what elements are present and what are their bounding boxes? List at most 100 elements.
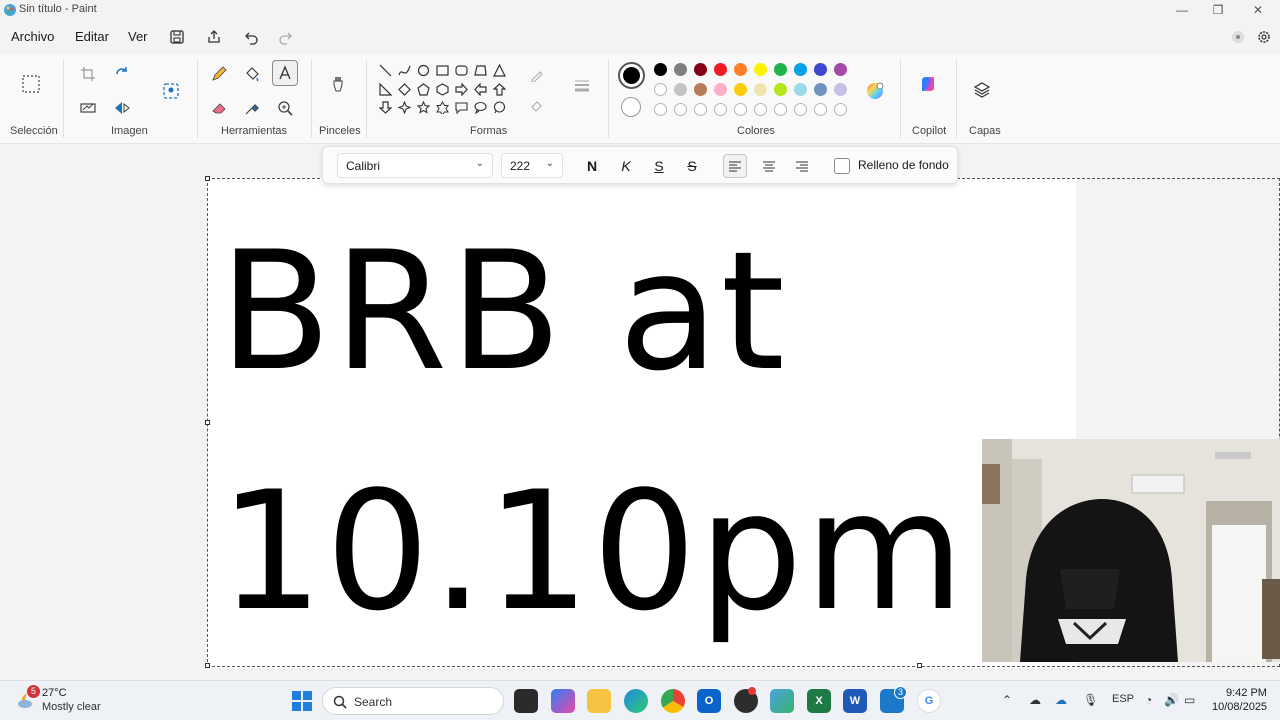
color-swatch[interactable] (714, 63, 727, 76)
callout-oval-shape-icon[interactable] (472, 99, 488, 115)
resize-handle[interactable] (205, 176, 210, 181)
microphone-icon[interactable]: 🎙 (1083, 693, 1098, 707)
settings-gear-icon[interactable] (1254, 27, 1274, 47)
color-swatch[interactable] (694, 83, 707, 96)
chevron-up-icon[interactable]: ⌃ (1002, 693, 1012, 707)
canvas-text-line-1[interactable]: BRB at (219, 230, 787, 394)
eraser-icon[interactable] (207, 96, 231, 120)
color-swatch[interactable] (814, 63, 827, 76)
close-button[interactable]: ✕ (1240, 0, 1276, 20)
color-swatch[interactable] (734, 83, 747, 96)
menu-archivo[interactable]: Archivo (11, 29, 54, 44)
chrome-icon[interactable] (661, 689, 685, 713)
color-swatch[interactable] (734, 63, 747, 76)
onedrive-business-icon[interactable]: ☁ (1055, 693, 1067, 707)
color-swatch[interactable] (654, 83, 667, 96)
flip-icon[interactable] (110, 96, 134, 120)
custom-color-slot[interactable] (734, 103, 747, 116)
color-swatch[interactable] (834, 63, 847, 76)
taskbar-search[interactable]: Search (322, 687, 504, 715)
right-triangle-shape-icon[interactable] (377, 81, 393, 97)
outlook-icon[interactable]: O (697, 689, 721, 713)
pentagon-shape-icon[interactable] (415, 81, 431, 97)
custom-color-slot[interactable] (654, 103, 667, 116)
paint-taskbar-icon[interactable] (770, 689, 794, 713)
color-swatch[interactable] (774, 83, 787, 96)
language-indicator[interactable]: ESP (1112, 693, 1134, 705)
fill-bucket-icon[interactable] (240, 62, 264, 86)
diamond-shape-icon[interactable] (396, 81, 412, 97)
onedrive-icon[interactable]: ☁ (1029, 693, 1041, 707)
pencil-icon[interactable] (207, 62, 231, 86)
google-icon[interactable]: G (917, 689, 941, 713)
five-point-star-shape-icon[interactable] (415, 99, 431, 115)
copilot-icon[interactable] (916, 72, 940, 96)
save-icon[interactable] (167, 27, 187, 47)
edge-browser-icon[interactable] (624, 689, 648, 713)
magnifier-icon[interactable] (273, 96, 297, 120)
background-fill-checkbox[interactable] (834, 158, 850, 174)
callout-rect-shape-icon[interactable] (453, 99, 469, 115)
resize-icon[interactable] (76, 96, 100, 120)
color-swatch[interactable] (674, 83, 687, 96)
italic-button[interactable]: K (614, 154, 638, 178)
color-picker-icon[interactable] (240, 96, 264, 120)
rectangle-shape-icon[interactable] (434, 62, 450, 78)
color-swatch[interactable] (714, 83, 727, 96)
stroke-size-icon[interactable] (570, 74, 594, 98)
hexagon-shape-icon[interactable] (434, 81, 450, 97)
color-swatch[interactable] (774, 63, 787, 76)
excel-icon[interactable]: X (807, 689, 831, 713)
custom-color-slot[interactable] (694, 103, 707, 116)
resize-handle[interactable] (917, 663, 922, 668)
canvas-text-line-2[interactable]: 10.10pm (219, 470, 966, 634)
custom-color-slot[interactable] (774, 103, 787, 116)
underline-button[interactable]: S (647, 154, 671, 178)
custom-color-slot[interactable] (814, 103, 827, 116)
color-swatch[interactable] (754, 83, 767, 96)
maximize-button[interactable]: ❐ (1200, 0, 1236, 20)
task-view-icon[interactable] (514, 689, 538, 713)
color-swatch[interactable] (794, 83, 807, 96)
bold-button[interactable]: N (580, 154, 604, 178)
callout-cloud-shape-icon[interactable] (491, 99, 507, 115)
image-background-icon[interactable] (159, 79, 183, 103)
resize-handle[interactable] (205, 663, 210, 668)
file-explorer-icon[interactable] (587, 689, 611, 713)
color-swatch[interactable] (694, 63, 707, 76)
layers-icon[interactable] (970, 78, 994, 102)
battery-icon[interactable]: ▭ (1184, 693, 1195, 707)
curve-shape-icon[interactable] (396, 62, 412, 78)
primary-color-ring[interactable] (618, 62, 645, 89)
font-size-dropdown[interactable]: 222 ⌄ (501, 153, 563, 178)
text-tool-icon[interactable] (272, 60, 298, 86)
arrow-down-shape-icon[interactable] (377, 99, 393, 115)
custom-color-slot[interactable] (794, 103, 807, 116)
outline-icon[interactable] (528, 67, 544, 83)
color-swatch[interactable] (654, 63, 667, 76)
rounded-rectangle-shape-icon[interactable] (453, 62, 469, 78)
copilot-taskbar-icon[interactable] (551, 689, 575, 713)
align-right-button[interactable] (790, 154, 814, 178)
polygon-shape-icon[interactable] (472, 62, 488, 78)
clock-time[interactable]: 9:42 PM (1226, 687, 1267, 699)
drawing-canvas[interactable]: BRB at 10.10pm (207, 178, 1076, 668)
clock-date[interactable]: 10/08/2025 (1212, 701, 1267, 713)
undo-icon[interactable] (242, 27, 262, 47)
custom-color-slot[interactable] (754, 103, 767, 116)
minimize-button[interactable]: — (1164, 0, 1200, 20)
six-point-star-shape-icon[interactable] (434, 99, 450, 115)
color-swatch[interactable] (814, 83, 827, 96)
color-swatch[interactable] (834, 83, 847, 96)
resize-handle[interactable] (205, 420, 210, 425)
brush-icon[interactable] (326, 72, 350, 96)
crop-icon[interactable] (76, 62, 100, 86)
share-icon[interactable] (204, 27, 224, 47)
color-swatch[interactable] (674, 63, 687, 76)
custom-color-slot[interactable] (714, 103, 727, 116)
custom-color-slot[interactable] (674, 103, 687, 116)
triangle-shape-icon[interactable] (491, 62, 507, 78)
start-button[interactable] (291, 690, 313, 712)
align-center-button[interactable] (757, 154, 781, 178)
edit-colors-icon[interactable] (863, 79, 887, 103)
